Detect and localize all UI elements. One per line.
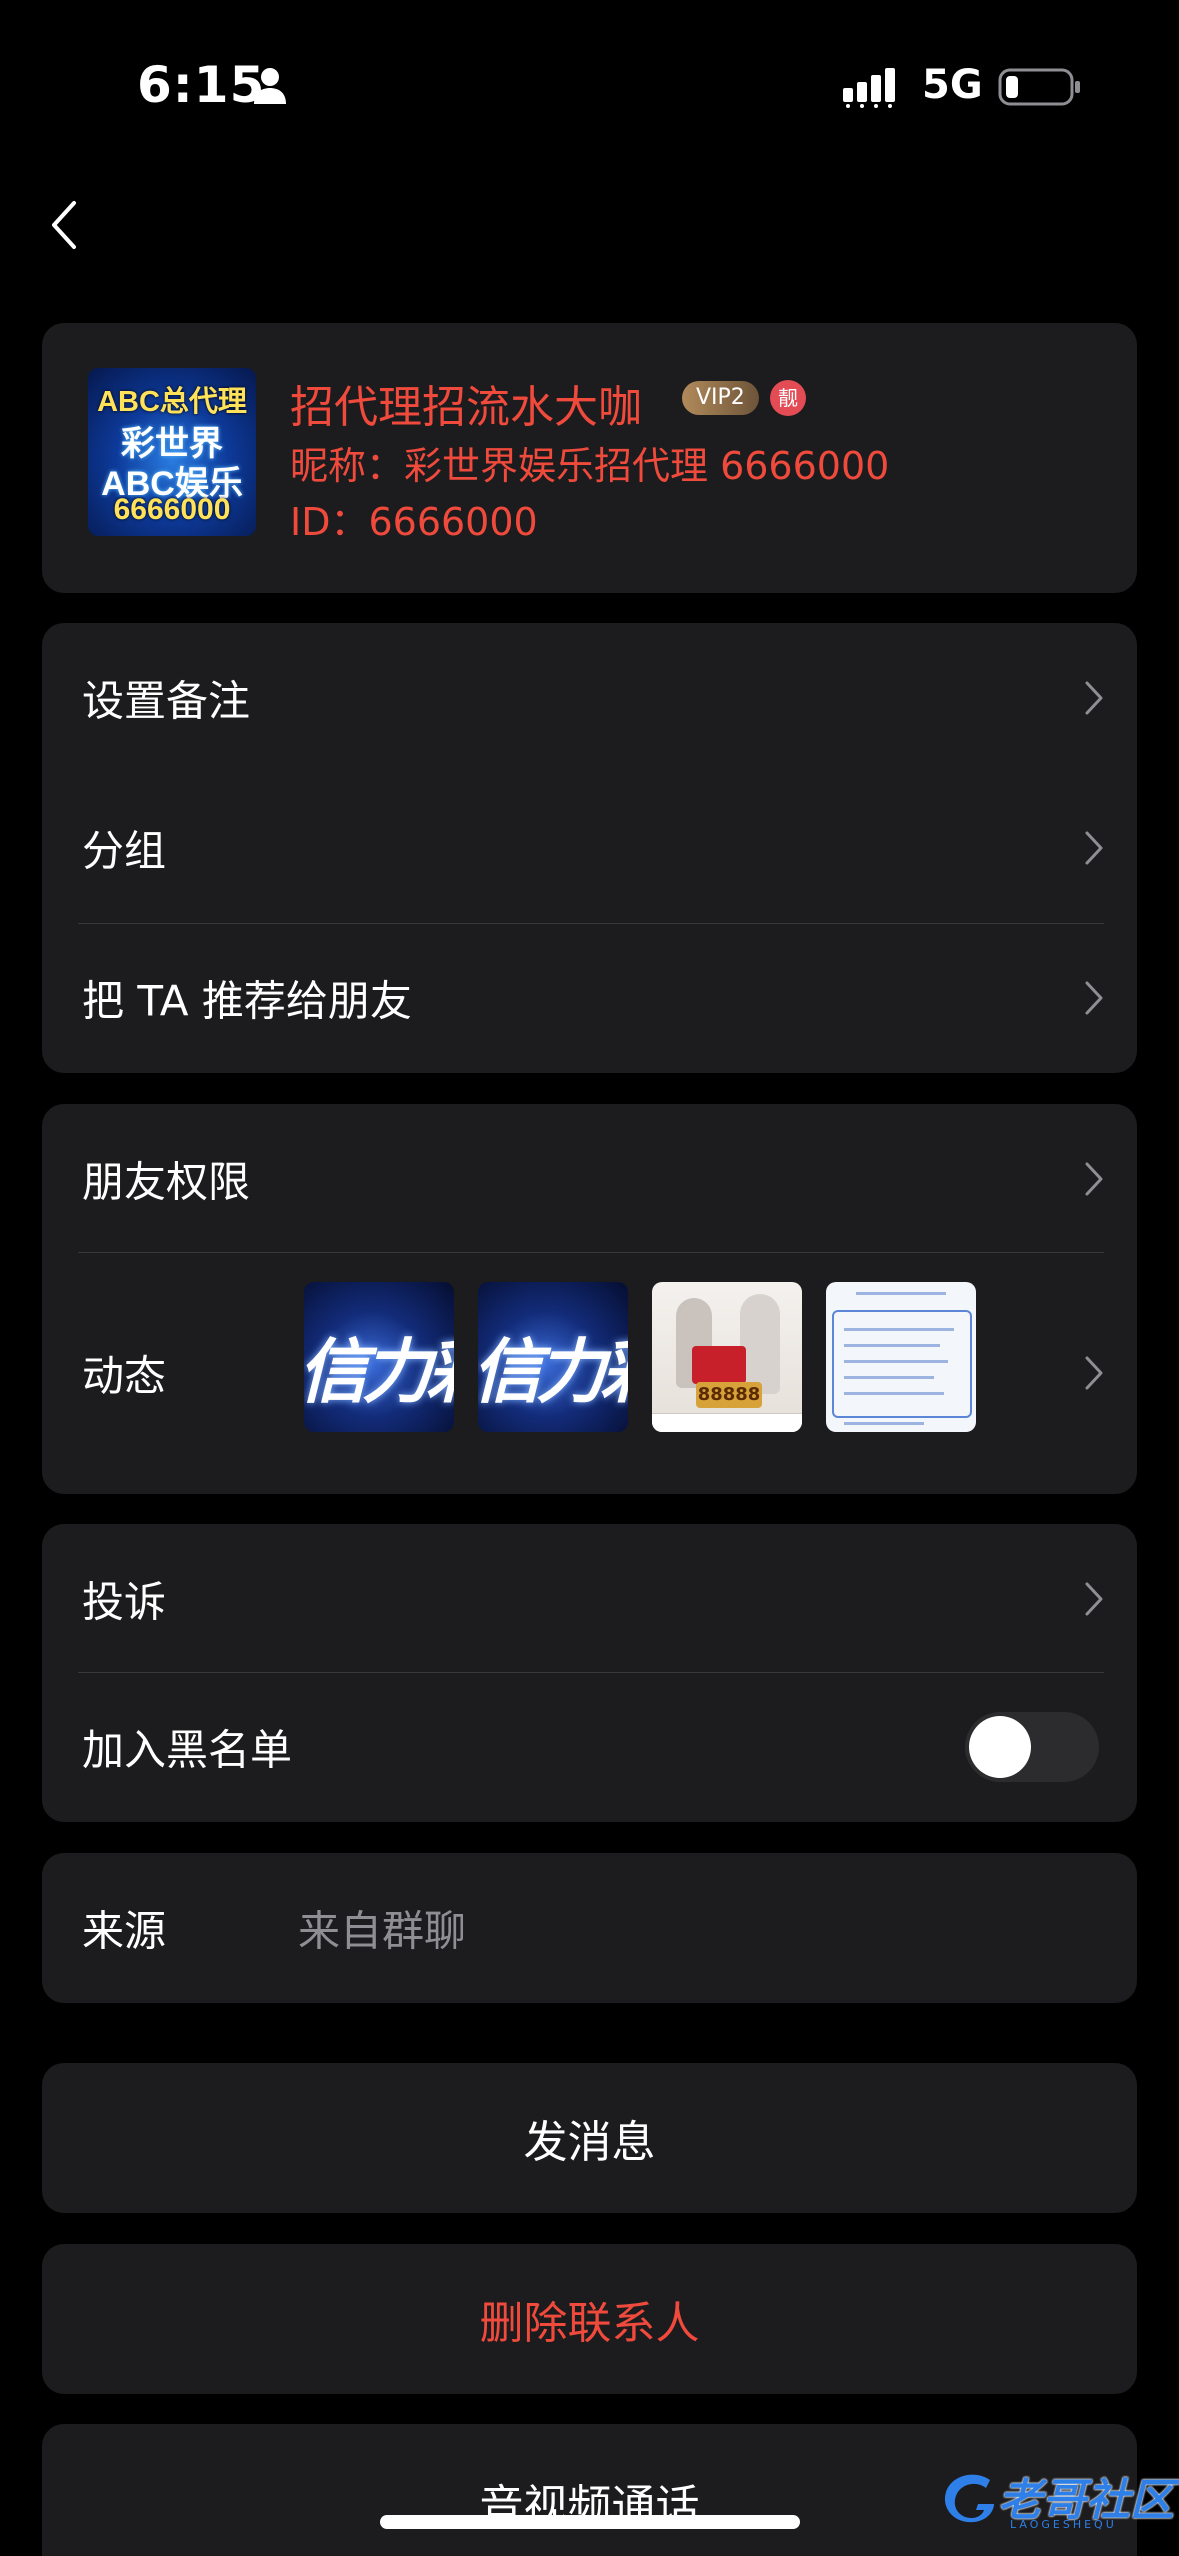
- moment-thumbnail[interactable]: 信力彩: [304, 1282, 454, 1432]
- avatar-text-line: ABC总代理: [97, 386, 247, 418]
- delete-contact-button[interactable]: 删除联系人: [42, 2244, 1137, 2394]
- decor-shape: [844, 1328, 954, 1331]
- chevron-right-icon: [1085, 681, 1103, 715]
- vip-badge: VIP2: [682, 381, 759, 415]
- set-remark-row[interactable]: 设置备注: [42, 623, 1137, 773]
- dragon-logo-icon: [944, 2474, 994, 2523]
- decor-shape: [844, 1360, 948, 1363]
- home-indicator[interactable]: [380, 2515, 800, 2529]
- thumbnail-text: 88888: [696, 1382, 762, 1408]
- blacklist-toggle[interactable]: [965, 1712, 1099, 1782]
- complaint-row[interactable]: 投诉: [42, 1524, 1137, 1674]
- decor-shape: [832, 1310, 972, 1418]
- person-icon: [254, 68, 286, 104]
- friend-permissions-row[interactable]: 朋友权限: [42, 1104, 1137, 1254]
- profile-id: ID：6666000: [290, 500, 538, 544]
- privacy-group: 朋友权限 动态 信力彩 信力彩 88888: [42, 1104, 1137, 1494]
- decor-shape: [844, 1376, 934, 1379]
- source-value: 来自群聊: [298, 1906, 467, 1956]
- network-label: 5G: [922, 62, 983, 108]
- decor-shape: [844, 1392, 944, 1395]
- status-time: 6:15: [137, 56, 266, 114]
- chevron-right-icon: [1085, 1582, 1103, 1616]
- moment-thumbnail[interactable]: 88888: [652, 1282, 802, 1432]
- figure-shape: [740, 1294, 780, 1394]
- watermark-subtext: LAOGESHEQU: [1010, 2518, 1117, 2531]
- thumbnail-text: 信力彩: [478, 1331, 628, 1413]
- liang-badge: 靓: [770, 380, 806, 416]
- decor-shape: [692, 1346, 746, 1384]
- chevron-right-icon: [1085, 981, 1103, 1015]
- decor-shape: [844, 1422, 924, 1425]
- group-row[interactable]: 分组: [42, 773, 1137, 923]
- row-label: 加入黑名单: [82, 1725, 293, 1775]
- back-arrow-icon[interactable]: [46, 195, 86, 255]
- battery-icon: [998, 68, 1080, 106]
- source-row: 来源 来自群聊: [42, 1853, 1137, 2003]
- send-message-button[interactable]: 发消息: [42, 2063, 1137, 2213]
- decor-shape: [844, 1344, 940, 1347]
- row-label: 朋友权限: [82, 1157, 251, 1207]
- chevron-right-icon: [1085, 1356, 1103, 1390]
- watermark: 老哥社区 LAOGESHEQU: [938, 2458, 1174, 2538]
- settings-group: 设置备注 分组 把 TA 推荐给朋友: [42, 623, 1137, 1073]
- thumbnail-text: 信力彩: [304, 1331, 454, 1413]
- avatar-text-line: 6666000: [113, 493, 231, 526]
- avatar[interactable]: ABC总代理 彩世界 ABC娱乐 6666000: [88, 368, 256, 536]
- chevron-right-icon: [1085, 1162, 1103, 1196]
- toggle-knob: [969, 1716, 1031, 1778]
- profile-name: 招代理招流水大咖: [290, 382, 642, 433]
- profile-nickname: 昵称：彩世界娱乐招代理 6666000: [290, 444, 890, 488]
- row-label: 把 TA 推荐给朋友: [82, 976, 412, 1026]
- row-label: 来源: [82, 1906, 167, 1956]
- moment-thumbnail[interactable]: [826, 1282, 976, 1432]
- signal-icon: [843, 68, 895, 108]
- moments-row[interactable]: 动态 信力彩 信力彩 88888: [42, 1252, 1137, 1494]
- decor-shape: [856, 1292, 946, 1295]
- profile-card: ABC总代理 彩世界 ABC娱乐 6666000 招代理招流水大咖 VIP2 靓…: [42, 323, 1137, 593]
- decor-shape: [652, 1413, 802, 1432]
- report-group: 投诉 加入黑名单: [42, 1524, 1137, 1822]
- recommend-row[interactable]: 把 TA 推荐给朋友: [42, 923, 1137, 1073]
- source-card: 来源 来自群聊: [42, 1853, 1137, 2003]
- button-label: 删除联系人: [479, 2298, 700, 2349]
- row-label: 动态: [82, 1351, 167, 1401]
- blacklist-row: 加入黑名单: [42, 1672, 1137, 1822]
- button-label: 发消息: [523, 2117, 656, 2168]
- row-label: 设置备注: [82, 676, 251, 726]
- row-label: 投诉: [82, 1577, 167, 1627]
- row-label: 分组: [82, 826, 167, 876]
- chevron-right-icon: [1085, 831, 1103, 865]
- moment-thumbnail[interactable]: 信力彩: [478, 1282, 628, 1432]
